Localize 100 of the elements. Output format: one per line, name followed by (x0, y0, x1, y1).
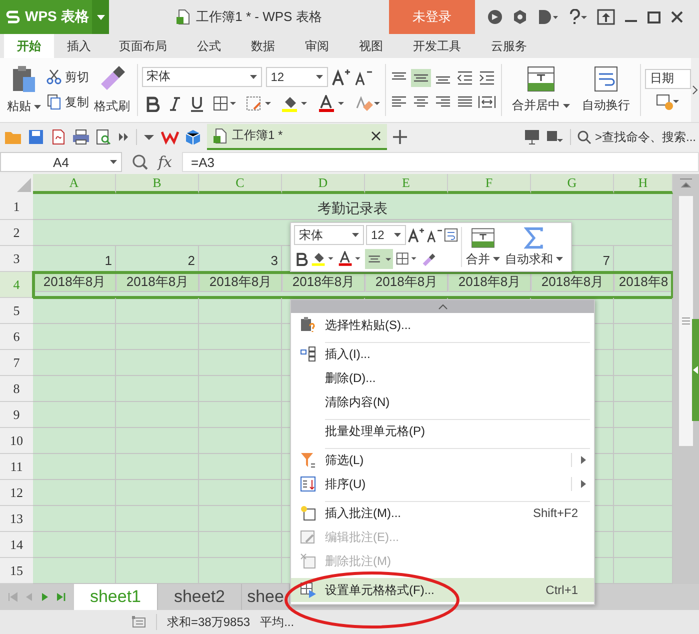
clear-format-icon[interactable] (354, 94, 381, 113)
scroll-up-icon[interactable] (678, 178, 694, 188)
decrease-font-icon[interactable] (426, 227, 442, 243)
fill-color-icon[interactable] (311, 251, 335, 267)
align-middle-icon[interactable] (411, 68, 432, 87)
close-icon[interactable] (371, 130, 381, 141)
app-dropdown-button[interactable] (92, 0, 109, 34)
row-header[interactable]: 10 (0, 428, 33, 454)
document-tab[interactable]: 工作簿1 * (207, 124, 387, 150)
wrap-text-icon[interactable] (444, 228, 458, 242)
cube-icon[interactable] (185, 128, 201, 145)
menu-item[interactable]: 排序(U) (291, 472, 594, 496)
italic-icon[interactable] (168, 96, 181, 112)
print-icon[interactable] (72, 128, 90, 145)
paste-button[interactable]: 粘贴 (4, 64, 44, 116)
help-icon[interactable] (568, 9, 588, 25)
font-size-dropdown[interactable]: 12 (266, 66, 328, 87)
ribbon-tab[interactable]: 云服务 (476, 34, 542, 58)
submenu-arrow-icon (580, 480, 586, 488)
font-color-icon[interactable] (338, 251, 362, 267)
formula-field[interactable]: =A3 (182, 152, 699, 172)
row-header[interactable]: 8 (0, 376, 33, 402)
ribbon-tab[interactable]: 审阅 (290, 34, 344, 58)
app-logo-icon (6, 10, 20, 24)
bold-icon[interactable] (146, 96, 160, 112)
print-preview-icon[interactable] (96, 128, 112, 145)
borders-icon[interactable] (396, 252, 418, 266)
row-header[interactable]: 11 (0, 454, 33, 480)
search-field[interactable]: >查找命令、搜索... (577, 130, 699, 144)
ribbon-tab[interactable]: 开始 (4, 34, 54, 58)
name-box[interactable]: A4 (0, 152, 122, 172)
ribbon-tab[interactable]: 数据 (236, 34, 290, 58)
wrap-text-button[interactable]: 自动换行 (576, 58, 636, 122)
align-center-icon[interactable] (365, 249, 393, 269)
caret-icon (556, 257, 563, 261)
row-header[interactable]: 7 (0, 350, 33, 376)
function-button[interactable]: fx (158, 153, 172, 172)
menu-item[interactable]: 清除内容(N) (291, 390, 594, 414)
row-header[interactable]: 6 (0, 324, 33, 350)
row-header[interactable]: 3 (0, 246, 33, 272)
row-header[interactable]: 14 (0, 532, 33, 558)
save-icon[interactable] (28, 128, 44, 145)
scrollbar-thumb[interactable] (679, 196, 693, 446)
font-name-dropdown[interactable]: 宋体 (294, 225, 364, 245)
increase-font-icon[interactable] (332, 68, 350, 86)
underline-icon[interactable] (190, 96, 204, 112)
ribbon-tab[interactable]: 页面布局 (104, 34, 182, 58)
format-painter-icon[interactable] (421, 251, 437, 267)
row-header[interactable]: 15 (0, 558, 33, 584)
row-header[interactable]: 12 (0, 480, 33, 506)
export-pdf-icon[interactable] (50, 128, 66, 145)
menu-item[interactable]: 删除(D)... (291, 366, 594, 390)
bold-icon[interactable] (296, 252, 308, 266)
number-format-dropdown[interactable]: 日期 (644, 68, 691, 89)
wrap-text-icon (592, 65, 620, 94)
row-header[interactable]: 5 (0, 298, 33, 324)
currency-icon[interactable] (656, 92, 680, 111)
skin-icon[interactable] (487, 9, 503, 25)
document-icon (213, 128, 227, 144)
copy-button[interactable]: 复制 (46, 94, 89, 111)
merge-button[interactable]: 合并 (465, 226, 501, 268)
cube-icon[interactable] (512, 9, 528, 25)
merge-center-button[interactable]: 合并居中 (506, 58, 576, 122)
merge-cells-icon (470, 226, 496, 248)
caret-icon (96, 14, 104, 20)
font-name-dropdown[interactable]: 宋体 (142, 66, 262, 87)
new-tab-icon[interactable] (393, 130, 407, 144)
menu-item[interactable]: 选择性粘贴(S)... (291, 313, 594, 337)
font-color-icon[interactable] (318, 94, 346, 113)
row-header[interactable]: 1 (0, 194, 33, 220)
app-menu-button[interactable]: WPS 表格 (0, 0, 92, 34)
row-header[interactable]: 9 (0, 402, 33, 428)
menu-item[interactable]: 设置单元格格式(F)... Ctrl+1 (291, 578, 594, 602)
sheet-tab[interactable]: sheet1 (74, 584, 158, 610)
fill-color-icon[interactable] (280, 94, 309, 113)
side-panel-tab[interactable] (692, 319, 699, 422)
row-header[interactable]: 2 (0, 220, 33, 246)
caret-icon (34, 104, 41, 109)
maximize-icon[interactable] (647, 10, 661, 24)
cell-style-icon[interactable] (246, 96, 272, 112)
cut-button[interactable]: 剪切 (46, 68, 89, 86)
close-icon[interactable] (670, 10, 684, 24)
row-header[interactable]: 13 (0, 506, 33, 532)
font-size-dropdown[interactable]: 12 (366, 225, 406, 245)
ribbon-tab[interactable]: 公式 (182, 34, 236, 58)
increase-font-icon[interactable] (408, 227, 424, 243)
ribbon-tab[interactable]: 开发工具 (398, 34, 476, 58)
upload-icon[interactable] (597, 9, 615, 25)
zoom-icon[interactable] (132, 154, 148, 170)
borders-icon[interactable] (212, 96, 237, 112)
format-painter-button[interactable]: 格式刷 (91, 64, 133, 116)
document-icon (176, 9, 190, 25)
feedback-icon[interactable] (537, 9, 559, 25)
ribbon-scroll-button[interactable] (690, 58, 699, 122)
inbox-icon[interactable] (546, 128, 564, 145)
wps-logo-icon[interactable] (161, 128, 179, 145)
ribbon-tab[interactable]: 视图 (344, 34, 398, 58)
ribbon-tab[interactable]: 插入 (54, 34, 104, 58)
presentation-icon[interactable] (524, 128, 540, 145)
list-icon[interactable] (132, 616, 146, 628)
